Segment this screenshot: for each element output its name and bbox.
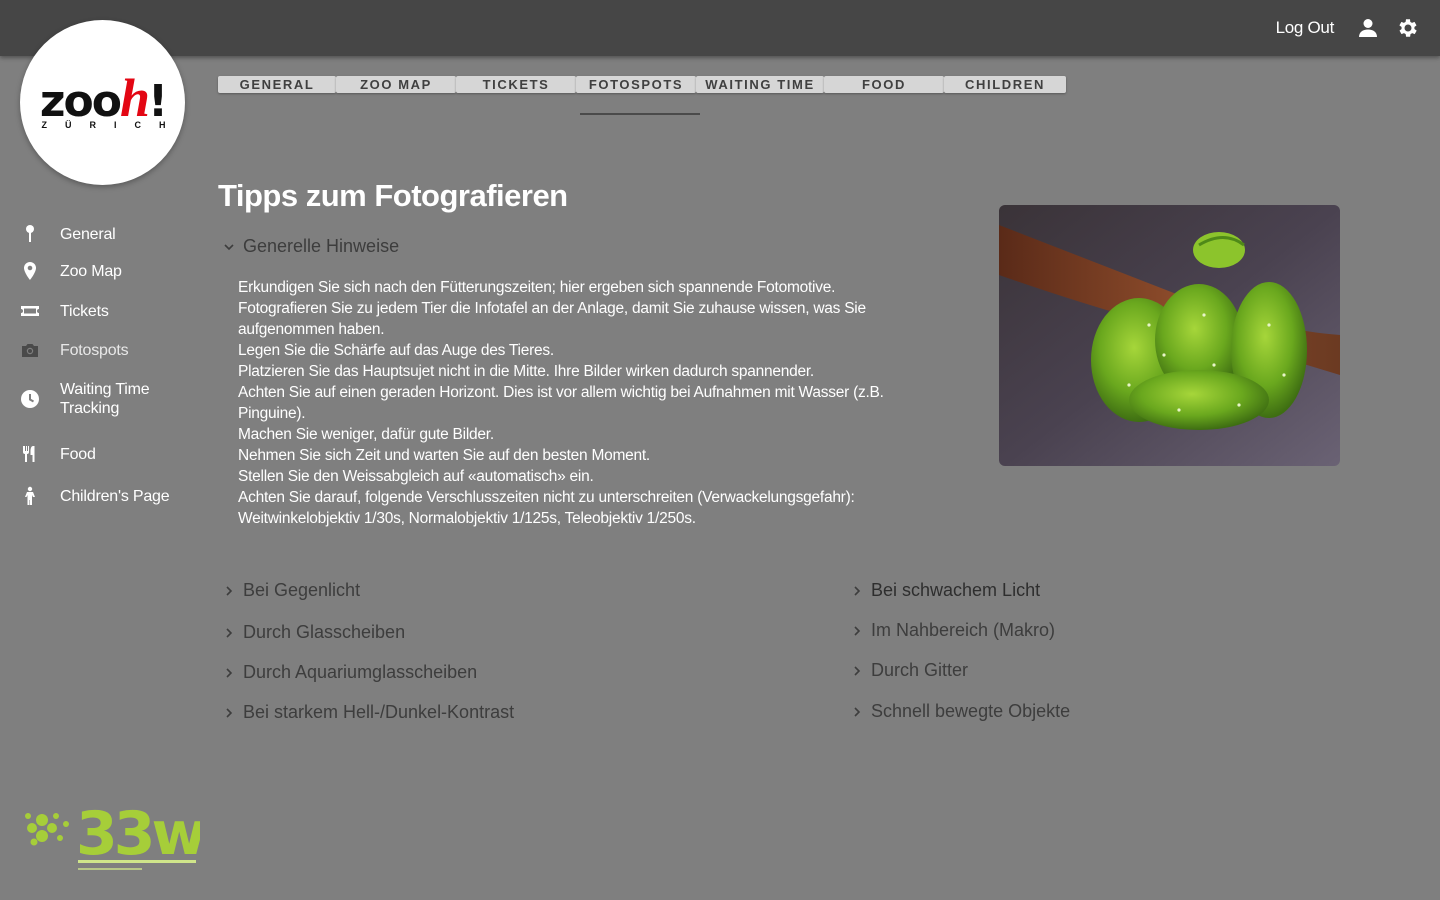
- sidebar-item-label: Children's Page: [60, 487, 170, 505]
- ticket-icon: [20, 301, 40, 321]
- tab-food[interactable]: FOOD: [824, 76, 944, 93]
- tips-list: Erkundigen Sie sich nach den Fütterungsz…: [238, 277, 938, 529]
- expander-label: Bei Gegenlicht: [243, 580, 361, 600]
- tab-general[interactable]: GENERAL: [218, 76, 336, 93]
- bbw-school-logo: 33w: [25, 799, 200, 870]
- active-tab-indicator: [580, 113, 700, 115]
- top-app-bar: Log Out: [0, 0, 1440, 56]
- sidebar-item-label: Waiting Time Tracking: [60, 381, 150, 417]
- user-icon[interactable]: [1356, 16, 1380, 40]
- chevron-right-icon: [226, 667, 233, 678]
- expander-label: Schnell bewegte Objekte: [871, 701, 1071, 721]
- cutlery-icon: [20, 444, 40, 464]
- tip-text: Machen Sie weniger, dafür gute Bilder.: [238, 426, 494, 443]
- location-icon: [20, 261, 40, 281]
- tab-waiting-time[interactable]: WAITING TIME: [696, 76, 824, 93]
- expander-durch-glasscheiben[interactable]: Durch Glasscheiben: [222, 622, 405, 643]
- expander-label: Durch Glasscheiben: [243, 622, 406, 642]
- bbw-logo-text: 33w: [76, 799, 200, 869]
- chevron-right-icon: [854, 625, 861, 636]
- logo-wordmark: zooh!: [39, 68, 168, 128]
- sidebar-item-childrens-page[interactable]: Children's Page: [20, 486, 180, 506]
- tip-text: Achten Sie darauf, folgende Verschlussze…: [238, 489, 855, 527]
- expander-hell-dunkel-kontrast[interactable]: Bei starkem Hell-/Dunkel-Kontrast: [222, 702, 514, 723]
- sidebar-item-label: General: [60, 225, 116, 243]
- gear-icon[interactable]: [1396, 16, 1420, 40]
- pin-icon: [20, 224, 40, 244]
- logout-button[interactable]: Log Out: [1276, 18, 1335, 38]
- page-title: Tipps zum Fotografieren: [218, 178, 568, 213]
- sidebar-item-food[interactable]: Food: [20, 444, 180, 464]
- sidebar-item-zoo-map[interactable]: Zoo Map: [20, 261, 180, 281]
- expander-label: Bei starkem Hell-/Dunkel-Kontrast: [243, 702, 515, 722]
- sidebar-item-label: Tickets: [60, 302, 109, 320]
- tab-children[interactable]: CHILDREN: [944, 76, 1066, 93]
- expander-label: Generelle Hinweise: [243, 236, 400, 256]
- sidebar-item-tickets[interactable]: Tickets: [20, 301, 180, 321]
- camera-icon: [20, 340, 40, 360]
- tab-zoo-map[interactable]: ZOO MAP: [336, 76, 456, 93]
- tab-fotospots[interactable]: FOTOSPOTS: [576, 76, 696, 93]
- sidebar-item-waiting-time[interactable]: Waiting Time Tracking: [20, 380, 180, 418]
- sidebar-item-fotospots[interactable]: Fotospots: [20, 340, 180, 360]
- tip-text: Nehmen Sie sich Zeit und warten Sie auf …: [238, 447, 650, 464]
- chevron-right-icon: [226, 707, 233, 718]
- chevron-right-icon: [854, 706, 861, 717]
- chevron-right-icon: [854, 665, 861, 676]
- expander-schwaches-licht[interactable]: Bei schwachem Licht: [850, 580, 1040, 601]
- expander-bei-gegenlicht[interactable]: Bei Gegenlicht: [222, 580, 360, 601]
- green-tree-python-photo: [999, 205, 1340, 466]
- expander-schnell-bewegte-objekte[interactable]: Schnell bewegte Objekte: [850, 701, 1070, 722]
- sidebar-item-label: Fotospots: [60, 341, 129, 359]
- expander-label: Durch Aquariumglasscheiben: [243, 662, 478, 682]
- tip-text: Legen Sie die Schärfe auf das Auge des T…: [238, 342, 554, 359]
- expander-generelle-hinweise[interactable]: Generelle Hinweise: [222, 236, 399, 257]
- sidebar-item-label: Food: [60, 445, 96, 463]
- chevron-right-icon: [226, 585, 233, 596]
- sidebar-item-general[interactable]: General: [20, 224, 180, 244]
- chevron-right-icon: [226, 627, 233, 638]
- logo-subtitle: ZÜRICH: [41, 120, 184, 130]
- tip-text: Achten Sie auf einen geraden Horizont. D…: [238, 384, 884, 422]
- chevron-down-icon: [224, 243, 234, 250]
- expander-label: Durch Gitter: [871, 660, 969, 680]
- tab-tickets[interactable]: TICKETS: [456, 76, 576, 93]
- zoo-zurich-logo[interactable]: zooh! ZÜRICH: [20, 20, 185, 185]
- expander-label: Im Nahbereich (Makro): [871, 620, 1056, 640]
- expander-label: Bei schwachem Licht: [871, 580, 1041, 600]
- tip-text: Platzieren Sie das Hauptsujet nicht in d…: [238, 363, 814, 380]
- section-tabs: GENERAL ZOO MAP TICKETS FOTOSPOTS WAITIN…: [218, 76, 1066, 93]
- clock-icon: [20, 389, 40, 409]
- expander-nahbereich-makro[interactable]: Im Nahbereich (Makro): [850, 620, 1055, 641]
- sidebar-item-label: Zoo Map: [60, 262, 122, 280]
- tip-text: Stellen Sie den Weissabgleich auf «autom…: [238, 468, 594, 485]
- child-icon: [20, 486, 40, 506]
- tip-text: Fotografieren Sie zu jedem Tier die Info…: [238, 300, 866, 338]
- tip-text: Erkundigen Sie sich nach den Fütterungsz…: [238, 279, 836, 296]
- chevron-right-icon: [854, 585, 861, 596]
- expander-aquariumglasscheiben[interactable]: Durch Aquariumglasscheiben: [222, 662, 477, 683]
- expander-durch-gitter[interactable]: Durch Gitter: [850, 660, 968, 681]
